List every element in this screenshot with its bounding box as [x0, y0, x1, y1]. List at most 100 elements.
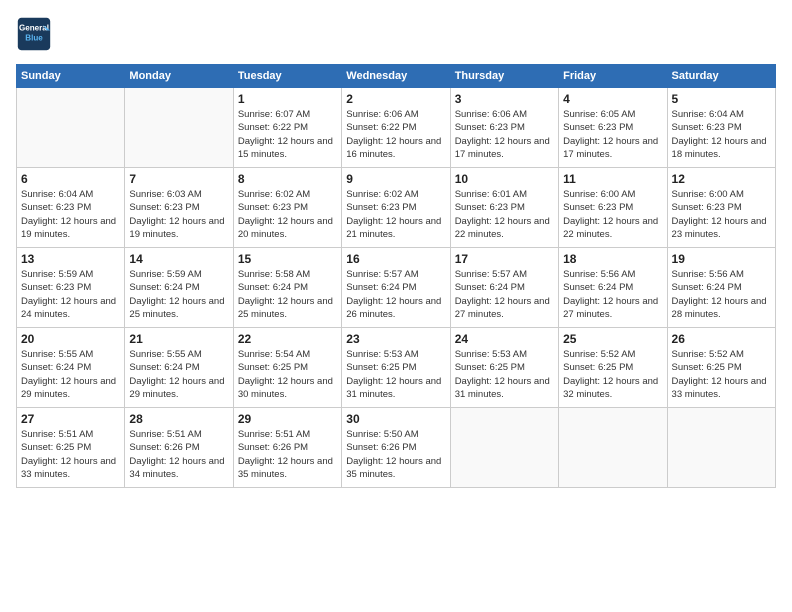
- day-number: 30: [346, 412, 445, 426]
- day-number: 10: [455, 172, 554, 186]
- cell-info: Sunrise: 5:59 AM Sunset: 6:23 PM Dayligh…: [21, 268, 120, 321]
- cell-info: Sunrise: 5:57 AM Sunset: 6:24 PM Dayligh…: [455, 268, 554, 321]
- calendar-cell: 28Sunrise: 5:51 AM Sunset: 6:26 PM Dayli…: [125, 408, 233, 488]
- calendar-week-5: 27 Sunrise: 5:51 AM Sunset: 6:25 PM Dayli…: [17, 408, 776, 488]
- calendar-cell: [450, 408, 558, 488]
- calendar-cell: 3 Sunrise: 6:06 AM Sunset: 6:23 PM Daylig…: [450, 88, 558, 168]
- calendar-cell: 12 Sunrise: 6:00 AM Sunset: 6:23 PM Dayli…: [667, 168, 775, 248]
- weekday-header-sunday: Sunday: [17, 65, 125, 88]
- calendar-cell: [559, 408, 667, 488]
- cell-info: Sunrise: 6:00 AM Sunset: 6:23 PM Dayligh…: [672, 188, 771, 241]
- day-number: 21: [129, 332, 228, 346]
- calendar-cell: 5 Sunrise: 6:04 AM Sunset: 6:23 PM Daylig…: [667, 88, 775, 168]
- cell-info: Sunrise: 6:04 AM Sunset: 6:23 PM Dayligh…: [21, 188, 120, 241]
- calendar-cell: 14 Sunrise: 5:59 AM Sunset: 6:24 PM Dayli…: [125, 248, 233, 328]
- calendar-header: SundayMondayTuesdayWednesdayThursdayFrid…: [17, 65, 776, 88]
- day-number: 11: [563, 172, 662, 186]
- day-number: 13: [21, 252, 120, 266]
- weekday-header-thursday: Thursday: [450, 65, 558, 88]
- cell-info: Sunrise: 5:58 AM Sunset: 6:24 PM Dayligh…: [238, 268, 337, 321]
- weekday-header-friday: Friday: [559, 65, 667, 88]
- calendar-cell: 8 Sunrise: 6:02 AM Sunset: 6:23 PM Daylig…: [233, 168, 341, 248]
- day-number: 17: [455, 252, 554, 266]
- cell-info: Sunrise: 5:57 AM Sunset: 6:24 PM Dayligh…: [346, 268, 445, 321]
- day-number: 8: [238, 172, 337, 186]
- calendar-cell: 7 Sunrise: 6:03 AM Sunset: 6:23 PM Daylig…: [125, 168, 233, 248]
- calendar-cell: 1 Sunrise: 6:07 AM Sunset: 6:22 PM Daylig…: [233, 88, 341, 168]
- day-number: 29: [238, 412, 337, 426]
- calendar-cell: 29 Sunrise: 5:51 AM Sunset: 6:26 PM Dayli…: [233, 408, 341, 488]
- calendar-cell: 17 Sunrise: 5:57 AM Sunset: 6:24 PM Dayli…: [450, 248, 558, 328]
- cell-info: Sunrise: 5:51 AM Sunset: 6:26 PM Dayligh…: [238, 428, 337, 481]
- calendar-body: 1 Sunrise: 6:07 AM Sunset: 6:22 PM Daylig…: [17, 88, 776, 488]
- day-number: 7: [129, 172, 228, 186]
- cell-info: Sunrise: 6:06 AM Sunset: 6:22 PM Dayligh…: [346, 108, 445, 161]
- calendar-cell: 21 Sunrise: 5:55 AM Sunset: 6:24 PM Dayli…: [125, 328, 233, 408]
- calendar-cell: [17, 88, 125, 168]
- day-number: 3: [455, 92, 554, 106]
- day-number: 14: [129, 252, 228, 266]
- cell-info: Sunrise: 5:52 AM Sunset: 6:25 PM Dayligh…: [672, 348, 771, 401]
- cell-info: Sunrise: 6:02 AM Sunset: 6:23 PM Dayligh…: [238, 188, 337, 241]
- cell-info: Sunrise: 6:07 AM Sunset: 6:22 PM Dayligh…: [238, 108, 337, 161]
- calendar-week-2: 6Sunrise: 6:04 AM Sunset: 6:23 PM Daylig…: [17, 168, 776, 248]
- day-number: 1: [238, 92, 337, 106]
- cell-info: Sunrise: 6:02 AM Sunset: 6:23 PM Dayligh…: [346, 188, 445, 241]
- calendar-cell: 16 Sunrise: 5:57 AM Sunset: 6:24 PM Dayli…: [342, 248, 450, 328]
- cell-info: Sunrise: 6:04 AM Sunset: 6:23 PM Dayligh…: [672, 108, 771, 161]
- calendar-week-4: 20Sunrise: 5:55 AM Sunset: 6:24 PM Dayli…: [17, 328, 776, 408]
- calendar-cell: 27 Sunrise: 5:51 AM Sunset: 6:25 PM Dayli…: [17, 408, 125, 488]
- calendar-cell: 26 Sunrise: 5:52 AM Sunset: 6:25 PM Dayli…: [667, 328, 775, 408]
- cell-info: Sunrise: 5:52 AM Sunset: 6:25 PM Dayligh…: [563, 348, 662, 401]
- calendar-cell: 18 Sunrise: 5:56 AM Sunset: 6:24 PM Dayli…: [559, 248, 667, 328]
- cell-info: Sunrise: 6:00 AM Sunset: 6:23 PM Dayligh…: [563, 188, 662, 241]
- day-number: 18: [563, 252, 662, 266]
- svg-text:Blue: Blue: [25, 33, 43, 42]
- calendar-cell: 23 Sunrise: 5:53 AM Sunset: 6:25 PM Dayli…: [342, 328, 450, 408]
- weekday-header-saturday: Saturday: [667, 65, 775, 88]
- calendar-cell: 15 Sunrise: 5:58 AM Sunset: 6:24 PM Dayli…: [233, 248, 341, 328]
- calendar-cell: 19 Sunrise: 5:56 AM Sunset: 6:24 PM Dayli…: [667, 248, 775, 328]
- calendar-week-1: 1 Sunrise: 6:07 AM Sunset: 6:22 PM Daylig…: [17, 88, 776, 168]
- calendar-cell: 20Sunrise: 5:55 AM Sunset: 6:24 PM Dayli…: [17, 328, 125, 408]
- logo-icon: General Blue: [16, 16, 52, 52]
- day-number: 16: [346, 252, 445, 266]
- day-number: 23: [346, 332, 445, 346]
- page-header: General Blue: [16, 16, 776, 52]
- logo: General Blue: [16, 16, 52, 52]
- cell-info: Sunrise: 6:06 AM Sunset: 6:23 PM Dayligh…: [455, 108, 554, 161]
- cell-info: Sunrise: 5:53 AM Sunset: 6:25 PM Dayligh…: [346, 348, 445, 401]
- calendar-cell: 10 Sunrise: 6:01 AM Sunset: 6:23 PM Dayli…: [450, 168, 558, 248]
- weekday-header-wednesday: Wednesday: [342, 65, 450, 88]
- cell-info: Sunrise: 6:01 AM Sunset: 6:23 PM Dayligh…: [455, 188, 554, 241]
- day-number: 19: [672, 252, 771, 266]
- calendar-cell: 9 Sunrise: 6:02 AM Sunset: 6:23 PM Daylig…: [342, 168, 450, 248]
- day-number: 2: [346, 92, 445, 106]
- cell-info: Sunrise: 5:56 AM Sunset: 6:24 PM Dayligh…: [672, 268, 771, 321]
- calendar-cell: 2 Sunrise: 6:06 AM Sunset: 6:22 PM Daylig…: [342, 88, 450, 168]
- cell-info: Sunrise: 5:50 AM Sunset: 6:26 PM Dayligh…: [346, 428, 445, 481]
- cell-info: Sunrise: 6:03 AM Sunset: 6:23 PM Dayligh…: [129, 188, 228, 241]
- cell-info: Sunrise: 5:55 AM Sunset: 6:24 PM Dayligh…: [129, 348, 228, 401]
- calendar-week-3: 13 Sunrise: 5:59 AM Sunset: 6:23 PM Dayli…: [17, 248, 776, 328]
- day-number: 15: [238, 252, 337, 266]
- day-number: 25: [563, 332, 662, 346]
- cell-info: Sunrise: 5:59 AM Sunset: 6:24 PM Dayligh…: [129, 268, 228, 321]
- weekday-header-tuesday: Tuesday: [233, 65, 341, 88]
- cell-info: Sunrise: 5:51 AM Sunset: 6:25 PM Dayligh…: [21, 428, 120, 481]
- cell-info: Sunrise: 5:53 AM Sunset: 6:25 PM Dayligh…: [455, 348, 554, 401]
- day-number: 22: [238, 332, 337, 346]
- day-number: 9: [346, 172, 445, 186]
- cell-info: Sunrise: 5:56 AM Sunset: 6:24 PM Dayligh…: [563, 268, 662, 321]
- day-number: 26: [672, 332, 771, 346]
- calendar-cell: 4Sunrise: 6:05 AM Sunset: 6:23 PM Daylig…: [559, 88, 667, 168]
- calendar-cell: 25 Sunrise: 5:52 AM Sunset: 6:25 PM Dayli…: [559, 328, 667, 408]
- cell-info: Sunrise: 5:51 AM Sunset: 6:26 PM Dayligh…: [129, 428, 228, 481]
- day-number: 12: [672, 172, 771, 186]
- calendar-cell: 6Sunrise: 6:04 AM Sunset: 6:23 PM Daylig…: [17, 168, 125, 248]
- day-number: 27: [21, 412, 120, 426]
- day-number: 5: [672, 92, 771, 106]
- calendar-cell: 11 Sunrise: 6:00 AM Sunset: 6:23 PM Dayli…: [559, 168, 667, 248]
- calendar-cell: 13 Sunrise: 5:59 AM Sunset: 6:23 PM Dayli…: [17, 248, 125, 328]
- weekday-row: SundayMondayTuesdayWednesdayThursdayFrid…: [17, 65, 776, 88]
